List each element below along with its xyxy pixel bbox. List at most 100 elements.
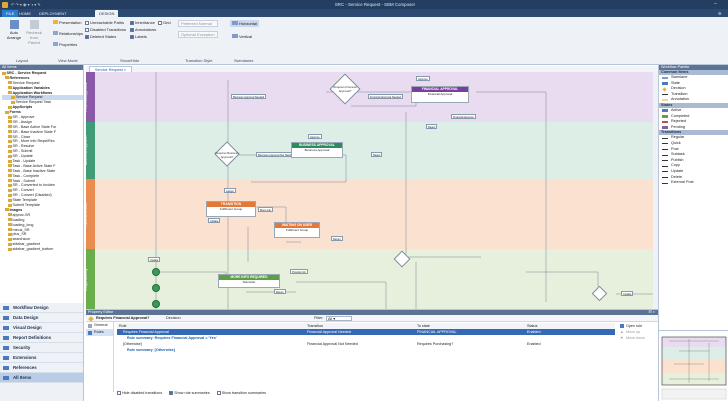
state-icon (662, 82, 668, 85)
state-more-info-required[interactable]: MORE INFO REQUIRED Submitter (218, 274, 280, 288)
tree-item-icon (8, 174, 12, 178)
quick-transition-icon (662, 142, 668, 145)
optional-style-select[interactable]: Optional Exception (178, 31, 218, 38)
tree-rows: SRC - Service Request References Service R… (0, 70, 83, 252)
vertical-swimlanes-button[interactable]: Vertical (230, 33, 254, 40)
show-rule-summaries-checkbox[interactable]: Show rule summaries (169, 391, 210, 396)
show-transition-summaries-checkbox[interactable]: Show transition summaries (216, 391, 266, 396)
nav-workflow-design[interactable]: Workflow Design (0, 303, 83, 313)
side-tab-general[interactable]: General (86, 322, 113, 329)
to-state-cell (417, 347, 527, 353)
state-transition[interactable]: TRANSITION Fulfilment Group (206, 201, 256, 217)
properties-button[interactable]: Properties (53, 42, 77, 47)
property-editor-footer: Hide disabled transitions Show rule summ… (117, 390, 266, 396)
side-tab-rules[interactable]: Rules (86, 329, 113, 336)
state-financial-approval[interactable]: FINANCIAL APPROVAL Financial Approval (411, 86, 469, 103)
tree-item-label: Images (9, 207, 23, 212)
nav-label: Visual Design (13, 325, 42, 330)
external-post-transition-icon (662, 182, 668, 184)
nav-extensions[interactable]: Extensions (0, 353, 83, 363)
status-cell (527, 347, 615, 353)
grid-checkbox[interactable]: Grid (158, 20, 171, 25)
workflow-canvas[interactable]: Financial Approval Business Approver Ful… (86, 72, 658, 309)
quick-access-toolbar[interactable]: ↶ ↷ ▾ ◉ ▾ ◑ ▾ ✎ (11, 2, 41, 7)
nav-report-definitions[interactable]: Report Definitions (0, 333, 83, 343)
transition-label[interactable]: Approve (308, 134, 322, 139)
tree-item-label: SR - Converted to Inciden (12, 183, 55, 188)
palette-item-pending[interactable]: Pending (659, 125, 728, 131)
transition-label[interactable]: Financial Approve (451, 114, 476, 119)
nav-references[interactable]: References (0, 363, 83, 373)
ribbon: Auto Arrange Recheck from Parent Layout … (0, 17, 728, 65)
state-waiting-on-user[interactable]: WAITING ON USER Fulfilment Group (274, 222, 320, 238)
delete-transition-icon (662, 176, 668, 178)
transition-label[interactable]: Return (331, 236, 343, 241)
transition-label[interactable]: Reject (426, 124, 438, 129)
transition-label[interactable]: More Info (258, 207, 273, 212)
palette-item-label: Completed (671, 113, 690, 118)
transition-label[interactable]: Update (621, 291, 634, 296)
auto-arrange-button[interactable]: Auto Arrange (5, 20, 23, 40)
tree-item-icon (8, 86, 12, 90)
tree-item-label: Forms (9, 110, 21, 115)
transition-label[interactable]: Return (274, 289, 286, 294)
end-node[interactable] (152, 300, 160, 308)
publish-transition-icon (662, 159, 668, 162)
annotations-checkbox[interactable]: Annotations (130, 27, 156, 32)
nav-all-items[interactable]: All Items (0, 373, 83, 383)
general-icon (88, 323, 92, 328)
transition-label[interactable]: Financial Approval Needed (368, 94, 404, 99)
view-mode-group-label: View Mode (58, 58, 78, 63)
tree-item-icon (8, 125, 12, 129)
recheck-button[interactable]: Recheck from Parent (24, 20, 44, 45)
presentation-button[interactable]: Presentation (53, 20, 81, 25)
state-business-approval[interactable]: BUSINESS APPROVAL Business Approval (291, 142, 343, 158)
overview-panel[interactable] (658, 330, 728, 401)
palette-item-label: Publish (671, 157, 684, 162)
deleted-states-checkbox[interactable]: Deleted States (85, 34, 116, 39)
tab-deployment[interactable]: DEPLOYMENT (35, 10, 71, 17)
tab-home[interactable]: HOME (15, 10, 35, 17)
transition-label[interactable]: Assign (224, 188, 236, 193)
transition-label[interactable]: Business Approval Needed (231, 94, 267, 99)
tree-item-label: sidebar_gradient_bottom (12, 247, 54, 252)
preferred-style-select[interactable]: Preferred Normal (178, 20, 218, 27)
relationships-icon (53, 31, 58, 35)
transition-label[interactable]: Approve (416, 76, 430, 81)
nav-visual-design[interactable]: Visual Design (0, 323, 83, 333)
palette-item-annotation[interactable]: Annotation (659, 97, 728, 103)
transition-label[interactable]: Update (148, 257, 161, 262)
relationships-button[interactable]: Relationships (53, 31, 83, 36)
palette-item-external-post[interactable]: External Post (659, 180, 728, 186)
move-down-icon: ▼ (620, 336, 624, 340)
tree-item[interactable]: sidebar_gradient_bottom (2, 247, 83, 252)
subtask-transition-icon (662, 154, 668, 156)
tree-item-icon (5, 208, 9, 212)
minimize-icon[interactable]: – (714, 1, 717, 7)
labels-checkbox[interactable]: Labels (130, 34, 147, 39)
filter-select[interactable]: All ▾ (326, 316, 352, 321)
transition-label[interactable]: Reject (371, 152, 383, 157)
tree-item-label: searchicon (12, 237, 31, 242)
nav-data-design[interactable]: Data Design (0, 313, 83, 323)
submit-node[interactable] (152, 284, 160, 292)
tab-design[interactable]: DESIGN (95, 10, 119, 17)
help-icon[interactable]: ⚙ (718, 11, 722, 16)
table-row[interactable]: Rule summary: [Otherwise] (117, 347, 615, 353)
inheritance-checkbox[interactable]: Inheritance (130, 20, 155, 25)
unreachable-paths-checkbox[interactable]: Unreachable Paths (85, 20, 124, 25)
disabled-transitions-checkbox[interactable]: Disabled Transitions (85, 27, 126, 32)
transition-label[interactable]: Business Approval Not Needed (256, 152, 296, 157)
move-down-button[interactable]: ▼ Move down (620, 335, 656, 341)
hide-disabled-transitions-checkbox[interactable]: Hide disabled transitions (117, 391, 162, 396)
transition-label[interactable]: Update (208, 218, 221, 223)
nav-security[interactable]: Security (0, 343, 83, 353)
tree-item-label: Submit Template (12, 203, 40, 208)
decision-label: Requires Financial Approval? (333, 85, 357, 93)
transition-label[interactable]: Provide Info (290, 269, 308, 274)
tree-item-label: SR - Resolve (12, 144, 35, 149)
workflow-design-icon (3, 306, 9, 310)
all-items-icon (3, 376, 9, 380)
start-node[interactable] (152, 268, 160, 276)
horizontal-swimlanes-button[interactable]: Horizontal (230, 20, 260, 27)
